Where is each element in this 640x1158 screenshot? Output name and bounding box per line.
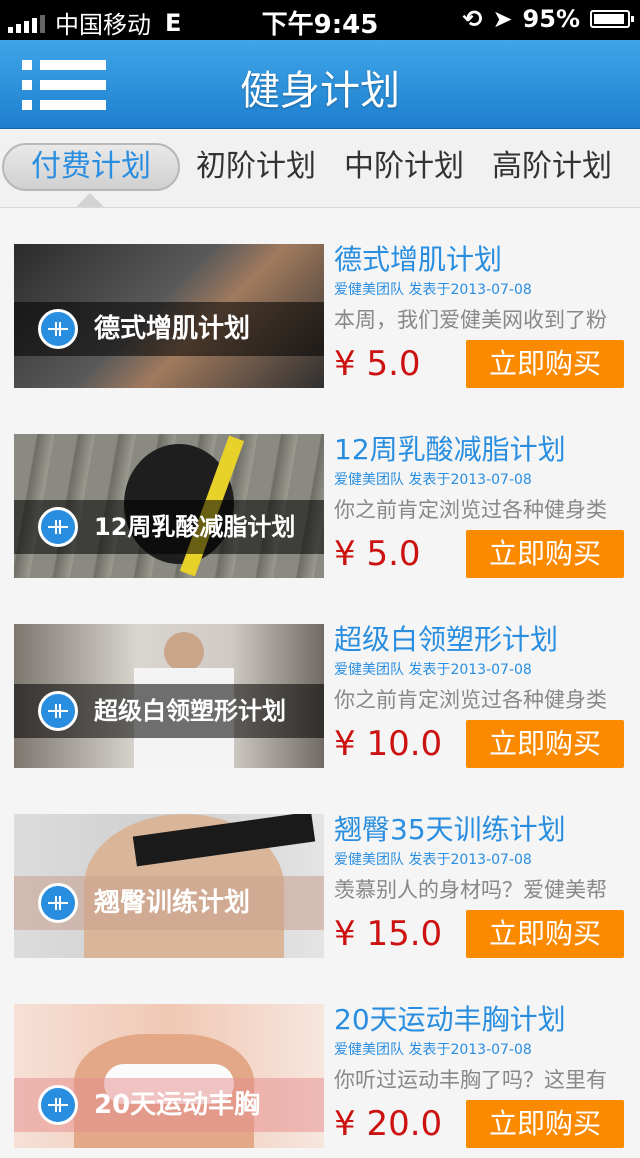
plan-description: 本周，我们爱健美网收到了粉 (334, 308, 607, 332)
plan-description: 羡慕别人的身材吗？爱健美帮 (334, 878, 607, 902)
plan-thumbnail[interactable]: 翘臀训练计划 (14, 814, 324, 958)
plan-price: ¥ 5.0 (334, 534, 421, 574)
person-head-image (164, 632, 204, 672)
rotation-lock-icon: ⟲ (462, 5, 483, 33)
nav-bar: 健身计划 (0, 40, 640, 129)
thumbnail-caption: 翘臀训练计划 (94, 888, 251, 918)
page-title: 健身计划 (240, 68, 400, 114)
location-icon: ➤ (492, 5, 513, 33)
plan-item[interactable]: 超级白领塑形计划 超级白领塑形计划 爱健美团队 发表于2013-07-08 你之… (0, 588, 640, 778)
plan-thumbnail[interactable]: 20天运动丰胸 (14, 1004, 324, 1148)
plan-price: ¥ 15.0 (334, 914, 443, 954)
plan-meta: 爱健美团队 发表于2013-07-08 (334, 1042, 532, 1058)
tab-intermediate-plans[interactable]: 中阶计划 (334, 143, 474, 191)
status-right: ⟲ ➤ 95% (462, 5, 634, 33)
plan-meta: 爱健美团队 发表于2013-07-08 (334, 662, 532, 678)
plan-thumbnail[interactable]: 12周乳酸减脂计划 (14, 434, 324, 578)
plan-item[interactable]: 20天运动丰胸 20天运动丰胸计划 爱健美团队 发表于2013-07-08 你听… (0, 968, 640, 1158)
tab-beginner-plans[interactable]: 初阶计划 (186, 143, 326, 191)
plan-price: ¥ 10.0 (334, 724, 443, 764)
plan-item[interactable]: 翘臀训练计划 翘臀35天训练计划 爱健美团队 发表于2013-07-08 羡慕别… (0, 778, 640, 968)
plan-item[interactable]: 12周乳酸减脂计划 12周乳酸减脂计划 爱健美团队 发表于2013-07-08 … (0, 398, 640, 588)
thumbnail-caption: 12周乳酸减脂计划 (94, 513, 296, 541)
plan-item[interactable]: 德式增肌计划 德式增肌计划 爱健美团队 发表于2013-07-08 本周，我们爱… (0, 208, 640, 398)
plan-price: ¥ 5.0 (334, 344, 421, 384)
buy-now-button[interactable]: 立即购买 (466, 340, 624, 388)
thumbnail-caption: 20天运动丰胸 (94, 1090, 261, 1120)
plan-info: 德式增肌计划 爱健美团队 发表于2013-07-08 本周，我们爱健美网收到了粉 (334, 242, 634, 336)
plan-title[interactable]: 德式增肌计划 (334, 242, 634, 278)
thumbnail-caption: 德式增肌计划 (94, 314, 251, 344)
dumbbell-logo-icon (38, 1085, 78, 1125)
active-tab-pointer (76, 193, 104, 207)
buy-now-button[interactable]: 立即购买 (466, 1100, 624, 1148)
plan-price: ¥ 20.0 (334, 1104, 443, 1144)
plan-title[interactable]: 20天运动丰胸计划 (334, 1002, 634, 1038)
battery-percent: 95% (522, 5, 580, 33)
tab-paid-plans[interactable]: 付费计划 (2, 143, 180, 191)
dumbbell-logo-icon (38, 691, 78, 731)
plan-description: 你听过运动丰胸了吗？这里有 (334, 1068, 607, 1092)
plan-info: 12周乳酸减脂计划 爱健美团队 发表于2013-07-08 你之前肯定浏览过各种… (334, 432, 634, 526)
dumbbell-logo-icon (38, 309, 78, 349)
buy-now-button[interactable]: 立即购买 (466, 530, 624, 578)
plan-title[interactable]: 翘臀35天训练计划 (334, 812, 634, 848)
battery-icon (590, 10, 634, 28)
plan-title[interactable]: 超级白领塑形计划 (334, 622, 634, 658)
plan-title[interactable]: 12周乳酸减脂计划 (334, 432, 634, 468)
plan-info: 20天运动丰胸计划 爱健美团队 发表于2013-07-08 你听过运动丰胸了吗？… (334, 1002, 634, 1096)
plan-thumbnail[interactable]: 德式增肌计划 (14, 244, 324, 388)
buy-now-button[interactable]: 立即购买 (466, 720, 624, 768)
status-bar: 中国移动 E 下午9:45 ⟲ ➤ 95% (0, 0, 640, 40)
plan-info: 超级白领塑形计划 爱健美团队 发表于2013-07-08 你之前肯定浏览过各种健… (334, 622, 634, 716)
thumbnail-caption: 超级白领塑形计划 (94, 697, 286, 725)
plan-meta: 爱健美团队 发表于2013-07-08 (334, 282, 532, 298)
dumbbell-logo-icon (38, 883, 78, 923)
dumbbell-logo-icon (38, 507, 78, 547)
tab-advanced-plans[interactable]: 高阶计划 (482, 143, 622, 191)
plan-description: 你之前肯定浏览过各种健身类 (334, 688, 607, 712)
buy-now-button[interactable]: 立即购买 (466, 910, 624, 958)
plan-meta: 爱健美团队 发表于2013-07-08 (334, 852, 532, 868)
plan-meta: 爱健美团队 发表于2013-07-08 (334, 472, 532, 488)
plan-description: 你之前肯定浏览过各种健身类 (334, 498, 607, 522)
plan-info: 翘臀35天训练计划 爱健美团队 发表于2013-07-08 羡慕别人的身材吗？爱… (334, 812, 634, 906)
plan-thumbnail[interactable]: 超级白领塑形计划 (14, 624, 324, 768)
